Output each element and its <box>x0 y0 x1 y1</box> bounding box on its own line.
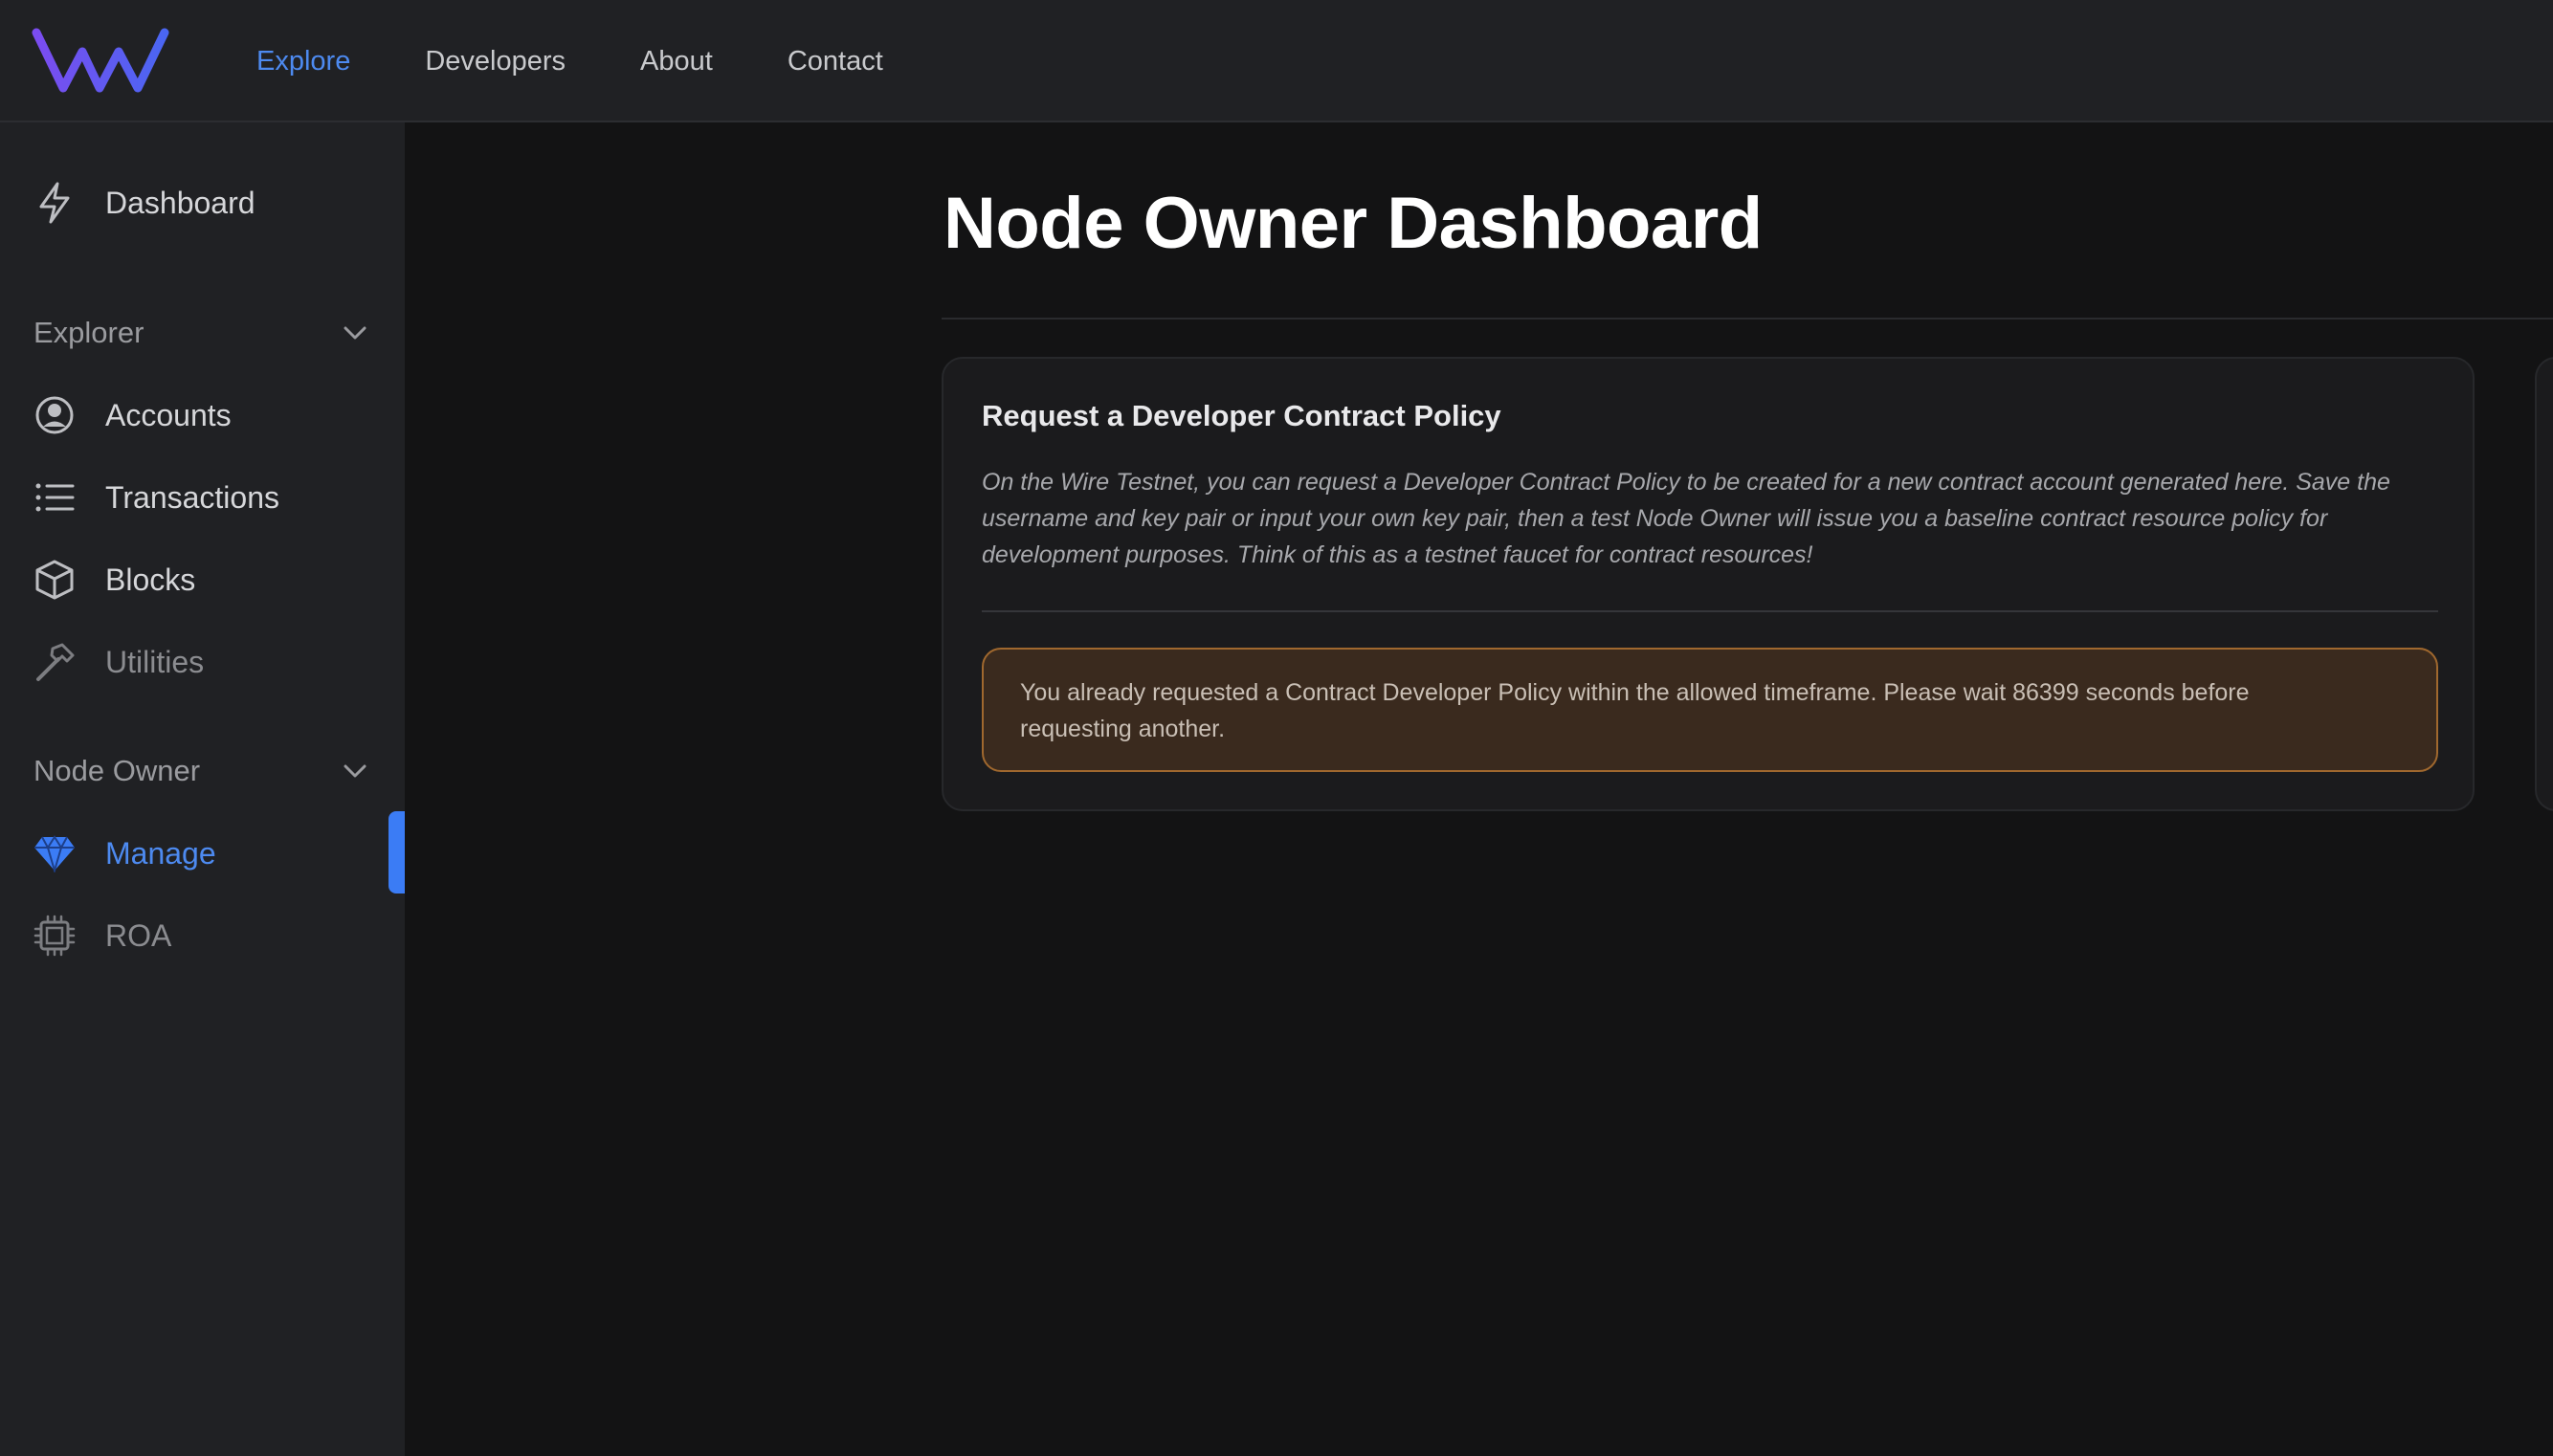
sidebar-item-label: Blocks <box>105 562 196 597</box>
divider <box>942 318 2553 320</box>
main-content: Node Owner Dashboard Request a Developer… <box>405 122 2553 1456</box>
warning-alert: You already requested a Contract Develop… <box>982 648 2438 772</box>
top-nav: Explore Developers About Contact <box>256 0 958 122</box>
sidebar-item-label: Utilities <box>105 644 205 679</box>
card-description: On the Wire Testnet, you can request a D… <box>982 469 2390 568</box>
sidebar-item-accounts[interactable]: Accounts <box>0 379 405 452</box>
nav-explore[interactable]: Explore <box>256 46 350 77</box>
cube-icon <box>33 558 77 602</box>
nav-about[interactable]: About <box>640 46 713 77</box>
hammer-icon <box>33 640 77 684</box>
divider <box>982 610 2438 612</box>
alert-message: You already requested a Contract Develop… <box>1020 679 2250 742</box>
sidebar-item-manage[interactable]: Manage <box>0 817 405 890</box>
cpu-icon <box>33 914 77 958</box>
sidebar-item-roa[interactable]: ROA <box>0 899 405 972</box>
sidebar-item-label: Manage <box>105 835 216 871</box>
card-title: Request a Developer Contract Policy <box>982 399 1501 432</box>
chevron-down-icon <box>341 760 369 783</box>
diamond-icon <box>33 831 77 875</box>
sidebar-item-label: Dashboard <box>105 185 255 220</box>
sidebar-section-explorer[interactable]: Explorer <box>0 304 405 362</box>
nav-developers[interactable]: Developers <box>425 46 566 77</box>
list-icon <box>33 475 77 519</box>
chevron-down-icon <box>341 321 369 344</box>
adjacent-card <box>2535 357 2553 811</box>
sidebar-section-node-owner[interactable]: Node Owner <box>0 742 405 800</box>
developer-policy-card: Request a Developer Contract Policy On t… <box>942 357 2475 811</box>
sidebar-item-utilities[interactable]: Utilities <box>0 626 405 698</box>
top-navbar: Explore Developers About Contact <box>0 0 2553 122</box>
user-circle-icon <box>33 393 77 437</box>
sidebar-item-dashboard[interactable]: Dashboard <box>0 166 405 239</box>
sidebar-item-blocks[interactable]: Blocks <box>0 543 405 616</box>
lightning-icon <box>33 181 77 225</box>
section-label: Node Owner <box>33 754 201 787</box>
sidebar-item-label: Accounts <box>105 397 232 432</box>
active-indicator <box>388 811 405 893</box>
sidebar-item-label: ROA <box>105 917 172 953</box>
wire-logo[interactable] <box>31 25 170 96</box>
sidebar: Dashboard Explorer Accounts Transactions… <box>0 122 405 1456</box>
section-label: Explorer <box>33 316 144 349</box>
nav-contact[interactable]: Contact <box>788 46 883 77</box>
sidebar-item-transactions[interactable]: Transactions <box>0 461 405 534</box>
page-title: Node Owner Dashboard <box>944 183 1763 264</box>
sidebar-item-label: Transactions <box>105 479 279 515</box>
